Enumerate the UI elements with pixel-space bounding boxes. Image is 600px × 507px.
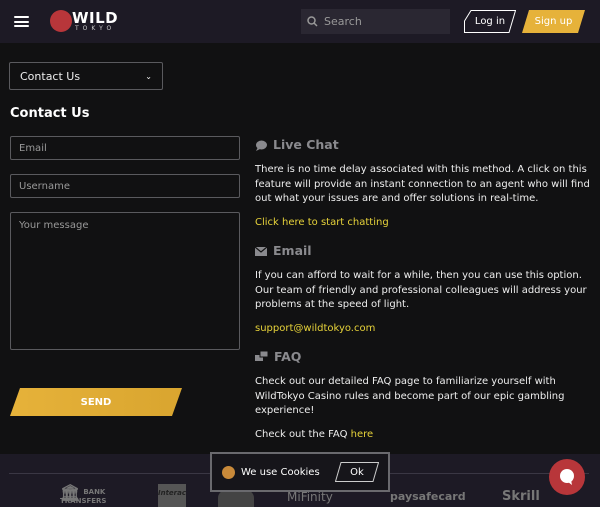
bank-transfers-logo: 🏛 BANK TRANSFERS [60,483,107,506]
support-email-link[interactable]: support@wildtokyo.com [255,322,595,337]
chevron-down-icon: ⌄ [145,71,152,81]
cookie-ok-button[interactable]: Ok [335,462,379,482]
faq-link[interactable]: here [351,429,374,440]
username-field[interactable] [10,174,240,198]
header: WILD TOKYO Log in Sign up [0,0,600,43]
menu-icon[interactable] [14,16,29,27]
chat-bubble-icon [256,140,267,151]
message-field[interactable] [10,212,240,350]
live-chat-heading: Live Chat [255,136,595,154]
search-input[interactable] [324,15,434,28]
search-box[interactable] [301,9,450,34]
cookie-icon [222,465,235,479]
live-chat-button[interactable] [549,459,585,495]
send-button[interactable]: SEND [10,388,182,416]
mifinity-logo: MiFinity [287,490,333,504]
faq-heading: FAQ [255,348,595,366]
contact-methods: Live Chat There is no time delay associa… [255,136,595,442]
start-chat-link[interactable]: Click here to start chatting [255,216,595,231]
login-button[interactable]: Log in [464,10,516,33]
faq-icon [255,351,268,361]
email-heading: Email [255,242,595,260]
page-title: Contact Us [10,106,90,121]
signup-button[interactable]: Sign up [522,10,585,33]
bank-icon: 🏛 [60,483,81,502]
paysafecard-logo: paysafecard [390,490,466,503]
email-field[interactable] [10,136,240,160]
mastercard-logo [218,490,254,507]
search-icon [307,16,318,27]
cookie-banner: We use Cookies Ok [210,452,390,492]
skrill-logo: Skrill [502,489,540,504]
interac-logo: Interac [158,484,186,507]
page-select[interactable]: Contact Us ⌄ [9,62,163,90]
chat-bubble-icon [560,469,574,485]
envelope-icon [255,246,267,256]
